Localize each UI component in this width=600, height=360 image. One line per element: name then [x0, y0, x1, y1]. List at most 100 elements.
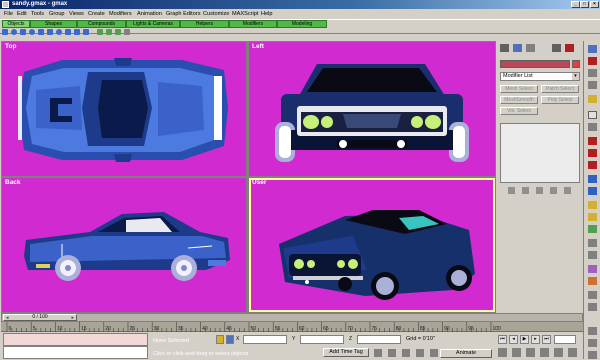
track-bar[interactable]: 0 5 10 15 20 25 30 35 40 45 50 55 60 65 70 75 80 85 90 95 10…: [1, 322, 583, 332]
time-slider[interactable]: ◂ 0 / 100 ▸: [1, 313, 583, 322]
modify-tab-icon[interactable]: [513, 44, 522, 52]
time-config-icon[interactable]: [512, 348, 521, 357]
x-coord-field[interactable]: [243, 335, 287, 344]
play-icon[interactable]: ▶: [520, 335, 529, 344]
more-icon[interactable]: [124, 29, 130, 35]
tab-objects[interactable]: Objects: [2, 20, 30, 28]
prev-frame-icon[interactable]: ◂: [6, 316, 9, 321]
pan-icon[interactable]: [588, 327, 597, 335]
menu-tools[interactable]: Tools: [31, 11, 44, 17]
chevron-down-icon[interactable]: ▾: [572, 73, 579, 80]
axis-y-icon[interactable]: [588, 213, 597, 221]
remove-modifier-icon[interactable]: [550, 187, 557, 194]
zoom-extents-icon[interactable]: [540, 348, 549, 357]
menu-edit[interactable]: Edit: [17, 11, 27, 17]
plane-icon[interactable]: [83, 29, 89, 35]
close-button[interactable]: ×: [590, 1, 599, 8]
teapot-icon[interactable]: [38, 29, 44, 35]
viewport-back[interactable]: Back: [2, 178, 246, 312]
configure-modifier-sets-icon[interactable]: [564, 187, 571, 194]
redo-icon[interactable]: [588, 57, 597, 65]
undo-icon[interactable]: [588, 45, 597, 53]
menu-help[interactable]: Help: [261, 11, 273, 17]
field-of-view-icon[interactable]: [526, 348, 535, 357]
patch-select-button[interactable]: Patch Select: [541, 85, 579, 93]
unlink-icon[interactable]: [588, 81, 597, 89]
menu-animation[interactable]: Animation: [137, 11, 162, 17]
cylinder-icon[interactable]: [20, 29, 26, 35]
tab-lights-cameras[interactable]: Lights & Cameras: [126, 20, 180, 28]
render-icon[interactable]: [588, 277, 597, 285]
create-tab-icon[interactable]: [500, 44, 509, 52]
tape-icon[interactable]: [115, 29, 121, 35]
menu-file[interactable]: File: [4, 11, 13, 17]
arc-rotate-icon[interactable]: [588, 339, 597, 347]
next-frame-icon[interactable]: ▸: [71, 316, 74, 321]
viewport-user[interactable]: User: [249, 178, 495, 312]
tab-modifiers[interactable]: Modifiers: [229, 20, 277, 28]
menu-modifiers[interactable]: Modifiers: [109, 11, 132, 17]
mesh-select-button[interactable]: Mesh Select: [500, 85, 538, 93]
maxscript-listener-field[interactable]: [3, 333, 148, 346]
meshsmooth-button[interactable]: MeshSmooth: [500, 96, 538, 104]
tab-helpers[interactable]: Helpers: [180, 20, 229, 28]
show-end-result-icon[interactable]: [522, 187, 529, 194]
maximize-button[interactable]: □: [580, 1, 589, 8]
spinner-toggle-icon[interactable]: [430, 349, 438, 357]
dummy-icon[interactable]: [97, 29, 103, 35]
move-icon[interactable]: [588, 137, 597, 145]
modifier-stack-list[interactable]: [500, 123, 580, 183]
axis-z-icon[interactable]: [588, 225, 597, 233]
make-unique-icon[interactable]: [536, 187, 543, 194]
menu-maxscript[interactable]: MAXScript: [232, 11, 258, 17]
angle-toggle-icon[interactable]: [402, 349, 410, 357]
bind-icon[interactable]: [588, 95, 597, 103]
hierarchy-tab-icon[interactable]: [526, 44, 535, 52]
key-mode-icon[interactable]: [498, 348, 507, 357]
motion-tab-icon[interactable]: [539, 44, 548, 52]
poly-select-button[interactable]: Poly Select: [541, 96, 579, 104]
select-object-icon[interactable]: [588, 111, 597, 119]
menu-group[interactable]: Group: [49, 11, 65, 17]
scale-icon[interactable]: [588, 161, 597, 169]
point-icon[interactable]: [106, 29, 112, 35]
vol-select-button[interactable]: Vol. Select: [500, 107, 538, 115]
utilities-tab-icon[interactable]: [565, 44, 574, 52]
box-icon[interactable]: [2, 29, 8, 35]
display-tab-icon[interactable]: [552, 44, 561, 52]
viewport-top[interactable]: Top: [2, 42, 246, 176]
minimize-button[interactable]: _: [571, 1, 580, 8]
modifier-list-dropdown[interactable]: Modifier List ▾: [500, 72, 580, 81]
link-icon[interactable]: [588, 69, 597, 77]
object-name-field[interactable]: [500, 60, 570, 68]
add-time-tag-button[interactable]: Add Time Tag: [323, 348, 369, 357]
maxscript-input-field[interactable]: [3, 346, 148, 359]
material-editor-icon[interactable]: [588, 265, 597, 273]
tube-icon[interactable]: [65, 29, 71, 35]
go-to-start-icon[interactable]: ⏮: [498, 335, 507, 344]
snap-icon[interactable]: [588, 175, 597, 183]
current-frame-field[interactable]: [554, 335, 576, 344]
orbit-icon[interactable]: [554, 348, 563, 357]
angle-snap-icon[interactable]: [588, 187, 597, 195]
previous-frame-icon[interactable]: ◂: [509, 335, 518, 344]
select-by-name-icon[interactable]: [588, 123, 597, 131]
cone-icon[interactable]: [47, 29, 53, 35]
menu-customize[interactable]: Customize: [203, 11, 229, 17]
grid-toggle-icon[interactable]: [388, 349, 396, 357]
mirror-icon[interactable]: [588, 239, 597, 247]
go-to-end-icon[interactable]: ⏭: [542, 335, 551, 344]
tab-compounds[interactable]: Compounds: [77, 20, 126, 28]
maximize-viewport-icon[interactable]: [588, 351, 597, 359]
time-slider-thumb[interactable]: ◂ 0 / 100 ▸: [3, 314, 77, 321]
axis-x-icon[interactable]: [588, 201, 597, 209]
tab-modeling[interactable]: Modeling: [277, 20, 327, 28]
object-color-swatch[interactable]: [572, 60, 580, 68]
absolute-mode-icon[interactable]: [226, 335, 234, 344]
menu-graph-editors[interactable]: Graph Editors: [166, 11, 201, 17]
align-icon[interactable]: [588, 251, 597, 259]
sphere-icon[interactable]: [11, 29, 17, 35]
pyramid-icon[interactable]: [74, 29, 80, 35]
percent-toggle-icon[interactable]: [416, 349, 424, 357]
snap-toggle-icon[interactable]: [374, 349, 382, 357]
